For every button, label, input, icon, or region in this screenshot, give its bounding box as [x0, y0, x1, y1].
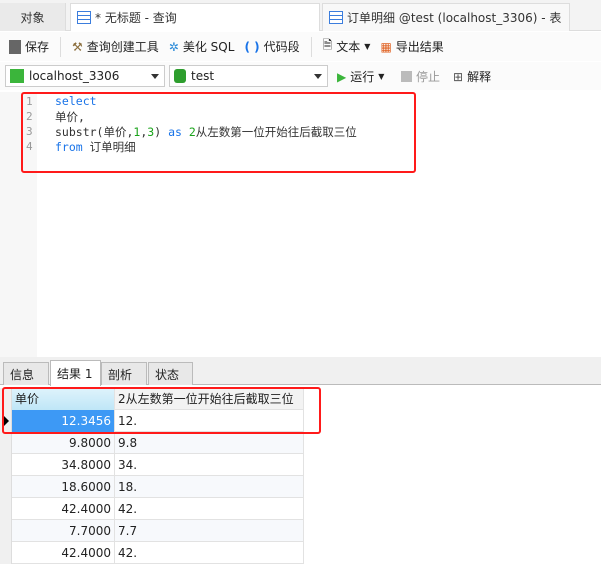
table-row[interactable]: 42.4000 42.: [0, 542, 304, 564]
row-indicator[interactable]: [0, 476, 12, 498]
tab-result-1[interactable]: 结果 1: [50, 360, 101, 386]
cell-price[interactable]: 9.8000: [12, 432, 115, 454]
tab-table[interactable]: 订单明细 @test (localhost_3306) - 表: [322, 3, 570, 31]
snippet-button[interactable]: ( ) 代码段: [241, 38, 302, 55]
chevron-down-icon: ▼: [364, 42, 371, 51]
value: localhost_3306: [29, 69, 120, 83]
database-select[interactable]: test: [169, 65, 328, 87]
stop-icon: [401, 71, 412, 82]
hammer-icon: ⚒: [72, 39, 83, 54]
label: 保存: [25, 40, 50, 54]
row-indicator[interactable]: [0, 454, 12, 476]
cell-substr[interactable]: 42.: [115, 542, 304, 564]
cell-price[interactable]: 42.4000: [12, 498, 115, 520]
chevron-down-icon: ▼: [378, 72, 385, 81]
table-icon: [329, 11, 343, 24]
export-icon: ▦: [380, 39, 392, 54]
cell-price[interactable]: 42.4000: [12, 542, 115, 564]
label: 停止: [416, 70, 441, 84]
label: 美化 SQL: [182, 40, 235, 54]
cell-price[interactable]: 7.7000: [12, 520, 115, 542]
label: 结果 1: [57, 367, 93, 381]
explain-icon: ⊞: [453, 69, 464, 84]
result-tabs: 信息 结果 1 剖析 状态: [0, 357, 601, 386]
label: 代码段: [263, 40, 300, 54]
tab-bar: 对象 * 无标题 - 查询 订单明细 @test (localhost_3306…: [0, 0, 601, 31]
cell-substr[interactable]: 7.7: [115, 520, 304, 542]
label: 运行: [350, 70, 375, 84]
label: 信息: [10, 367, 35, 382]
label: 状态: [155, 367, 180, 382]
chevron-down-icon: [151, 74, 159, 79]
connection-toolbar: localhost_3306 test ▶ 运行 ▼ 停止 ⊞ 解释: [0, 62, 601, 90]
cell-substr[interactable]: 9.8: [115, 432, 304, 454]
play-icon: ▶: [337, 69, 347, 84]
parentheses-icon: ( ): [244, 39, 260, 54]
label: 解释: [467, 70, 492, 84]
tab-label: 对象: [20, 10, 45, 25]
cell-substr[interactable]: 42.: [115, 498, 304, 520]
row-indicator[interactable]: [0, 520, 12, 542]
divider: [60, 36, 62, 57]
row-indicator[interactable]: [0, 432, 12, 454]
magic-wand-icon: ✲: [168, 39, 179, 54]
chevron-down-icon: [314, 74, 322, 79]
table-icon: [77, 11, 91, 24]
tab-status[interactable]: 状态: [148, 362, 193, 385]
cell-substr[interactable]: 34.: [115, 454, 304, 476]
table-row[interactable]: 42.4000 42.: [0, 498, 304, 520]
query-builder-button[interactable]: ⚒ 查询创建工具: [69, 38, 162, 55]
table-row[interactable]: 7.7000 7.7: [0, 520, 304, 542]
run-button[interactable]: ▶ 运行 ▼: [334, 68, 387, 85]
tab-info[interactable]: 信息: [3, 362, 49, 385]
tab-query[interactable]: * 无标题 - 查询: [70, 3, 320, 31]
cell-price[interactable]: 34.8000: [12, 454, 115, 476]
save-icon: [9, 39, 21, 54]
stop-button[interactable]: 停止: [398, 68, 443, 85]
label: 导出结果: [395, 40, 444, 54]
label: 文本: [336, 40, 361, 54]
save-button[interactable]: 保存: [6, 38, 52, 55]
connection-select[interactable]: localhost_3306: [5, 65, 165, 87]
main-toolbar: 保存 ⚒ 查询创建工具 ✲ 美化 SQL ( ) 代码段 🗎 文本 ▼ ▦ 导出结果: [0, 32, 601, 61]
divider: [310, 36, 312, 57]
beautify-sql-button[interactable]: ✲ 美化 SQL: [166, 38, 238, 55]
dolphin-icon: [10, 69, 24, 83]
export-results-button[interactable]: ▦ 导出结果: [377, 38, 446, 55]
row-indicator[interactable]: [0, 542, 12, 564]
table-row[interactable]: 9.8000 9.8: [0, 432, 304, 454]
explain-button[interactable]: ⊞ 解释: [450, 68, 494, 85]
tab-label: 订单明细 @test (localhost_3306) - 表: [347, 11, 562, 25]
highlight-box: [2, 387, 321, 434]
database-icon: [174, 69, 186, 83]
table-row[interactable]: 18.6000 18.: [0, 476, 304, 498]
tab-objects[interactable]: 对象: [0, 3, 66, 31]
tab-profile[interactable]: 剖析: [101, 362, 147, 385]
text-button[interactable]: 🗎 文本 ▼: [320, 36, 374, 57]
row-indicator[interactable]: [0, 498, 12, 520]
highlight-box: [21, 92, 416, 173]
label: 查询创建工具: [86, 40, 159, 54]
table-row[interactable]: 34.8000 34.: [0, 454, 304, 476]
document-icon: 🗎: [322, 38, 333, 52]
label: 剖析: [108, 367, 133, 382]
cell-substr[interactable]: 18.: [115, 476, 304, 498]
cell-price[interactable]: 18.6000: [12, 476, 115, 498]
tab-label: * 无标题 - 查询: [95, 11, 177, 25]
value: test: [191, 69, 215, 83]
